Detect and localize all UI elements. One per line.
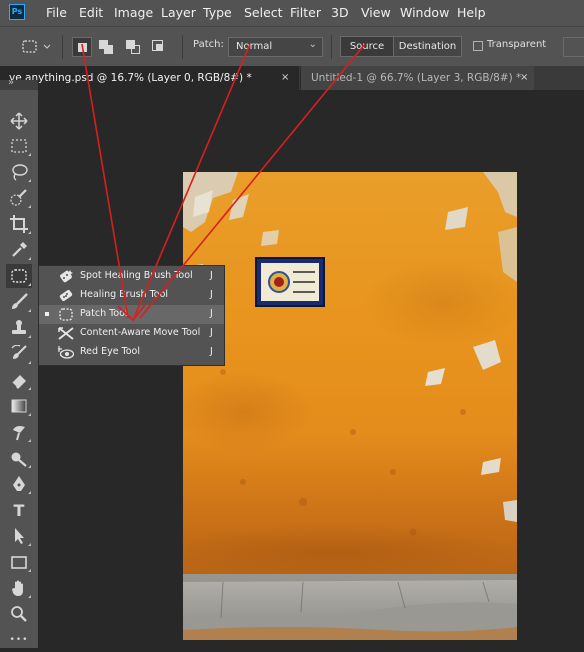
content-aware-move-icon bbox=[58, 327, 74, 340]
lasso-tool-icon[interactable] bbox=[6, 160, 32, 184]
flyout-item-spot-healing-brush[interactable]: Spot Healing Brush Tool J bbox=[39, 267, 224, 286]
dodge-tool-icon[interactable] bbox=[6, 446, 32, 470]
source-button[interactable]: Source bbox=[341, 37, 393, 56]
new-selection-button[interactable] bbox=[72, 37, 92, 57]
red-eye-icon bbox=[58, 346, 74, 359]
healing-tools-flyout: Spot Healing Brush Tool J Healing Brush … bbox=[38, 265, 225, 366]
flyout-item-label: Healing Brush Tool bbox=[80, 289, 169, 300]
menu-bar: Ps File Edit Image Layer Type Select Fil… bbox=[0, 0, 584, 26]
menu-select[interactable]: Select bbox=[244, 5, 283, 20]
transparent-label: Transparent bbox=[487, 39, 547, 50]
patch-label: Patch: bbox=[193, 39, 224, 50]
transparent-checkbox[interactable] bbox=[473, 41, 483, 51]
flyout-item-shortcut: J bbox=[210, 308, 213, 319]
flyout-item-shortcut: J bbox=[210, 346, 213, 357]
close-icon[interactable]: × bbox=[520, 66, 528, 90]
flyout-item-label: Content-Aware Move Tool bbox=[80, 327, 201, 338]
eyedropper-tool-icon[interactable] bbox=[6, 238, 32, 262]
flyout-item-shortcut: J bbox=[210, 270, 213, 281]
options-divider bbox=[331, 35, 332, 59]
collapse-toolbar-icon[interactable]: » bbox=[8, 77, 14, 88]
destination-button[interactable]: Destination bbox=[394, 37, 461, 56]
flyout-item-content-aware-move[interactable]: Content-Aware Move Tool J bbox=[39, 324, 224, 343]
options-divider bbox=[182, 35, 183, 59]
tool-preset-picker[interactable] bbox=[18, 35, 52, 59]
tools-panel: » T ••• bbox=[0, 77, 38, 648]
new-selection-icon bbox=[78, 43, 87, 52]
patch-mode-select[interactable]: Normal ⌄ bbox=[228, 37, 323, 57]
source-destination-toggle: Source Destination bbox=[340, 36, 462, 57]
add-to-selection-button[interactable] bbox=[97, 37, 117, 57]
menu-file[interactable]: File bbox=[46, 5, 67, 20]
subtract-selection-icon-back bbox=[131, 45, 140, 54]
flyout-item-label: Spot Healing Brush Tool bbox=[80, 270, 193, 281]
toolbar-header: » bbox=[0, 77, 38, 90]
menu-layer[interactable]: Layer bbox=[161, 5, 196, 20]
patch-icon bbox=[22, 40, 51, 53]
menu-help[interactable]: Help bbox=[457, 5, 486, 20]
flyout-item-label: Red Eye Tool bbox=[80, 346, 141, 357]
eraser-tool-icon[interactable] bbox=[6, 368, 32, 392]
gradient-tool-icon[interactable] bbox=[6, 394, 32, 418]
move-tool-icon[interactable] bbox=[6, 109, 32, 133]
blur-tool-icon[interactable] bbox=[6, 420, 32, 444]
rectangle-tool-icon[interactable] bbox=[6, 550, 32, 574]
type-tool-icon[interactable]: T bbox=[6, 498, 32, 522]
brush-tool-icon[interactable] bbox=[6, 290, 32, 314]
healing-brush-icon bbox=[59, 289, 73, 302]
patch-tool-icon[interactable] bbox=[6, 264, 32, 288]
subtract-from-selection-button[interactable] bbox=[124, 37, 144, 57]
zoom-tool-icon[interactable] bbox=[6, 602, 32, 626]
crop-tool-icon[interactable] bbox=[6, 212, 32, 236]
tab-title: Untitled-1 @ 66.7% (Layer 3, RGB/8#) * bbox=[311, 72, 522, 84]
path-selection-tool-icon[interactable] bbox=[6, 524, 32, 548]
intersect-selection-button[interactable] bbox=[150, 37, 170, 57]
quick-selection-tool-icon[interactable] bbox=[6, 186, 32, 210]
pen-tool-icon[interactable] bbox=[6, 472, 32, 496]
patch-mode-value: Normal bbox=[236, 41, 273, 52]
options-divider bbox=[62, 35, 63, 59]
intersect-selection-icon-inner bbox=[156, 44, 162, 50]
tab-document-active[interactable]: ve anything.psd @ 16.7% (Layer 0, RGB/8#… bbox=[0, 66, 299, 90]
document-tab-bar: ve anything.psd @ 16.7% (Layer 0, RGB/8#… bbox=[0, 66, 584, 90]
options-bar: Patch: Normal ⌄ Source Destination Trans… bbox=[0, 26, 584, 66]
document-canvas[interactable] bbox=[183, 172, 517, 640]
menu-type[interactable]: Type bbox=[203, 5, 232, 20]
close-icon[interactable]: × bbox=[281, 66, 289, 90]
add-selection-icon-back bbox=[104, 45, 113, 54]
hand-tool-icon[interactable] bbox=[6, 576, 32, 600]
use-pattern-button[interactable] bbox=[563, 37, 584, 57]
selected-bullet-icon bbox=[45, 312, 49, 316]
flyout-item-red-eye[interactable]: Red Eye Tool J bbox=[39, 343, 224, 362]
flyout-item-patch[interactable]: Patch Tool J bbox=[39, 305, 224, 324]
menu-window[interactable]: Window bbox=[400, 5, 449, 20]
marquee-tool-icon[interactable] bbox=[6, 134, 32, 158]
wall-photo bbox=[183, 172, 517, 640]
history-brush-tool-icon[interactable] bbox=[6, 342, 32, 366]
clone-stamp-tool-icon[interactable] bbox=[6, 316, 32, 340]
chevron-down-icon: ⌄ bbox=[308, 39, 317, 50]
menu-filter[interactable]: Filter bbox=[290, 5, 321, 20]
flyout-item-healing-brush[interactable]: Healing Brush Tool J bbox=[39, 286, 224, 305]
flyout-item-shortcut: J bbox=[210, 289, 213, 300]
menu-view[interactable]: View bbox=[361, 5, 391, 20]
menu-edit[interactable]: Edit bbox=[79, 5, 103, 20]
spot-healing-brush-icon bbox=[60, 270, 73, 283]
photoshop-logo[interactable]: Ps bbox=[9, 4, 25, 20]
more-tools-icon[interactable]: ••• bbox=[6, 628, 32, 652]
tab-title: ve anything.psd @ 16.7% (Layer 0, RGB/8#… bbox=[9, 72, 252, 84]
tab-document-untitled[interactable]: Untitled-1 @ 66.7% (Layer 3, RGB/8#) * × bbox=[300, 66, 534, 90]
patch-icon bbox=[59, 308, 73, 321]
flyout-item-label: Patch Tool bbox=[80, 308, 128, 319]
menu-image[interactable]: Image bbox=[114, 5, 153, 20]
menu-3d[interactable]: 3D bbox=[331, 5, 349, 20]
flyout-item-shortcut: J bbox=[210, 327, 213, 338]
